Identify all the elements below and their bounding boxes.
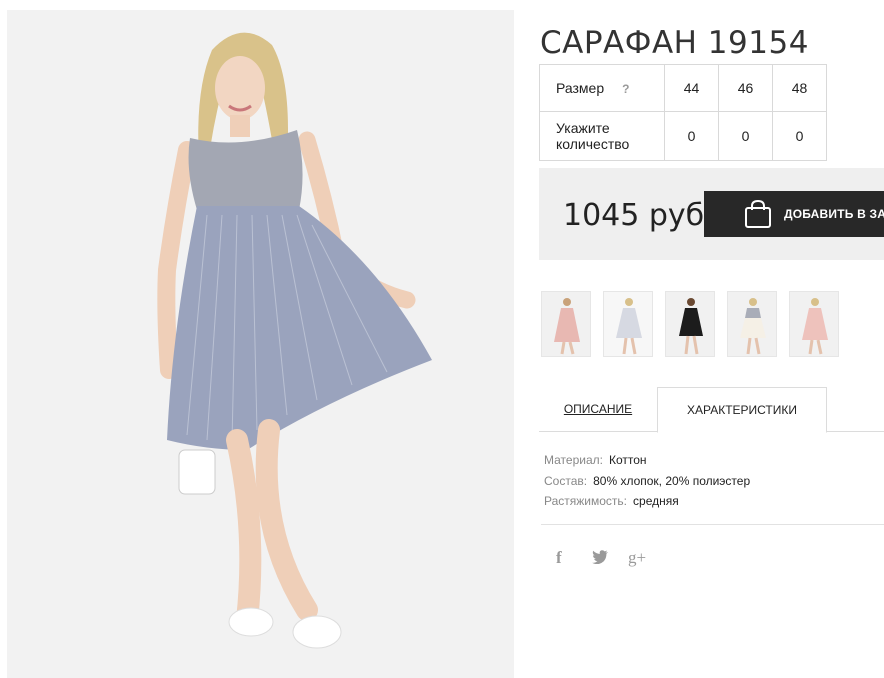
size-48: 48 [772, 64, 827, 112]
quantity-input-44[interactable]: 0 [664, 111, 719, 161]
tab-characteristics[interactable]: ХАРАКТЕРИСТИКИ [657, 387, 827, 433]
spec-composition: Состав: 80% хлопок, 20% полиэстер [544, 471, 750, 492]
thumbnail-4[interactable] [727, 291, 777, 357]
shopping-bag-icon [744, 199, 772, 234]
product-price: 1045 руб [563, 198, 705, 233]
google-plus-icon[interactable]: g+ [628, 548, 646, 568]
product-main-photo[interactable] [7, 10, 514, 678]
quantity-label-line2: количество [556, 136, 630, 152]
thumbnail-1[interactable] [541, 291, 591, 357]
size-help-icon[interactable]: ? [622, 82, 629, 96]
thumbnail-2[interactable] [603, 291, 653, 357]
thumbnail-3[interactable] [665, 291, 715, 357]
product-tabs: ОПИСАНИЕ ХАРАКТЕРИСТИКИ [539, 387, 884, 433]
spec-material-label: Материал: [544, 453, 603, 467]
characteristics-list: Материал: Коттон Состав: 80% хлопок, 20% п… [544, 450, 750, 512]
quantity-label-line1: Укажите [556, 120, 610, 136]
size-header-cell: Размер? [539, 64, 665, 112]
spec-stretch: Растяжимость: средняя [544, 491, 750, 512]
size-label: Размер [556, 80, 605, 96]
quantity-row: Укажите количество 0 0 0 [539, 111, 827, 161]
size-row: Размер? 44 46 48 [539, 64, 827, 112]
divider [541, 524, 884, 525]
spec-material-value: Коттон [608, 453, 647, 467]
twitter-icon[interactable] [592, 550, 608, 568]
quantity-input-48[interactable]: 0 [772, 111, 827, 161]
add-to-cart-label: ДОБАВИТЬ В ЗА [784, 207, 884, 221]
spec-material: Материал: Коттон [544, 450, 750, 471]
spec-stretch-value: средняя [633, 494, 679, 508]
size-46: 46 [718, 64, 773, 112]
spec-composition-value: 80% хлопок, 20% полиэстер [593, 473, 751, 488]
spec-composition-label: Состав: [544, 473, 588, 488]
thumbnail-5[interactable] [789, 291, 839, 357]
product-title: САРАФАН 19154 [540, 24, 809, 61]
add-to-cart-button[interactable]: ДОБАВИТЬ В ЗА [704, 191, 884, 237]
facebook-icon[interactable]: f [556, 548, 562, 568]
tab-description[interactable]: ОПИСАНИЕ [539, 387, 657, 432]
spec-stretch-label: Растяжимость: [544, 494, 628, 508]
size-quantity-table: Размер? 44 46 48 Укажите количество 0 0 … [539, 64, 827, 161]
price-box: 1045 руб ДОБАВИТЬ В ЗА [539, 168, 884, 260]
quantity-input-46[interactable]: 0 [718, 111, 773, 161]
size-44: 44 [664, 64, 719, 112]
quantity-label-cell: Укажите количество [539, 111, 665, 161]
